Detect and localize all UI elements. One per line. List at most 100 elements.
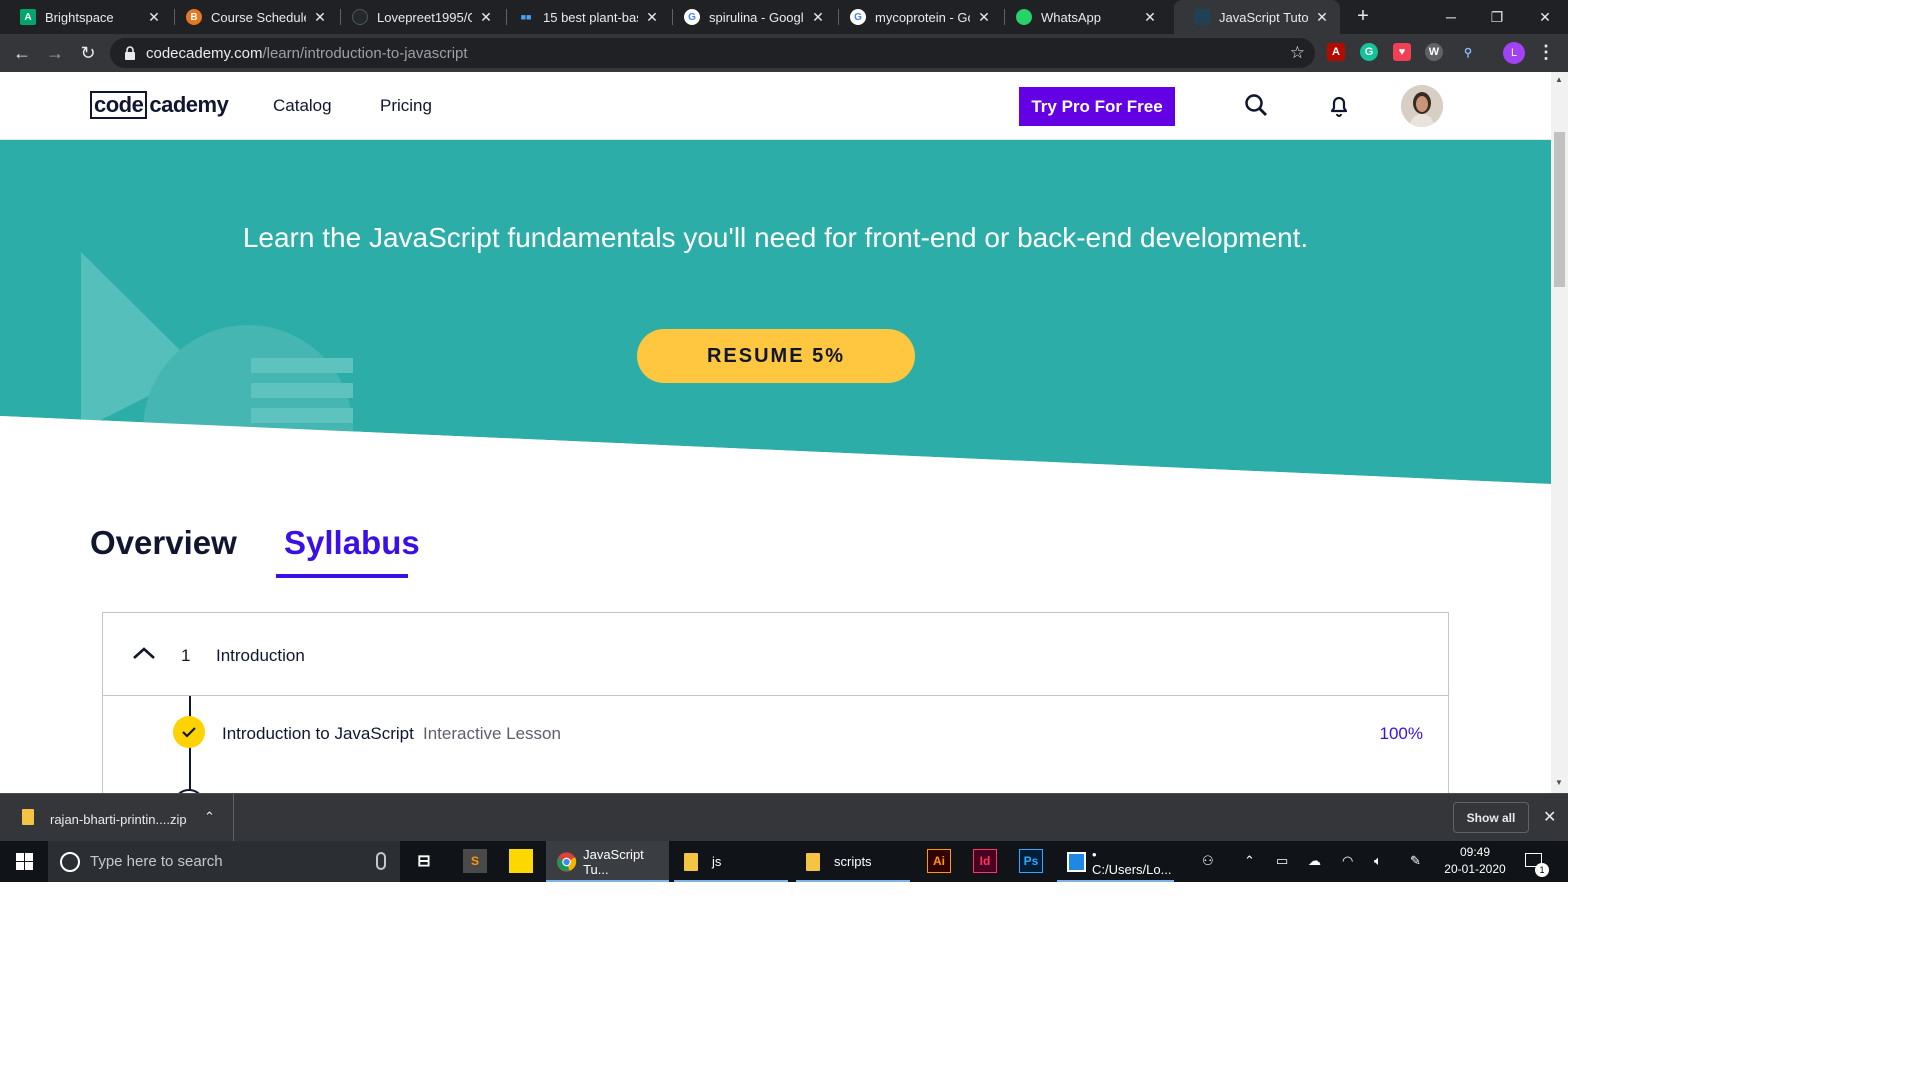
tab-syllabus[interactable]: Syllabus (284, 524, 420, 562)
back-button[interactable]: ← (10, 41, 34, 65)
tab-title: WhatsApp (1041, 9, 1101, 25)
grammarly-extension-icon[interactable]: G (1360, 43, 1378, 61)
close-icon[interactable]: ✕ (146, 9, 162, 26)
browser-toolbar: ← → ↻ codecademy.com/learn/introduction-… (0, 34, 1568, 72)
browser-tab-spirulina[interactable]: G spirulina - Google ✕ (664, 0, 836, 34)
course-schedule-icon: B (186, 9, 202, 25)
task-view-icon[interactable]: ⊟ (412, 849, 436, 873)
resume-button[interactable]: RESUME 5% (637, 329, 915, 383)
pen-icon[interactable]: ✎ (1410, 853, 1421, 869)
close-icon[interactable]: ✕ (1314, 9, 1330, 26)
folder-icon (684, 852, 698, 871)
reload-button[interactable]: ↻ (76, 41, 100, 65)
browser-tab-course-schedule[interactable]: B Course Schedule - ✕ (166, 0, 338, 34)
chevron-up-icon[interactable]: ⌃ (204, 809, 215, 825)
brightspace-icon: A (20, 9, 36, 25)
sticky-notes-icon[interactable] (509, 849, 533, 873)
hero-banner: Learn the JavaScript fundamentals you'll… (0, 140, 1551, 540)
module-header[interactable]: 1 Introduction (103, 613, 1448, 696)
taskbar-app-terminal[interactable]: • C:/Users/Lo... (1057, 841, 1174, 882)
browser-tab-javascript-tutorial[interactable]: JavaScript Tutorial ✕ (1174, 0, 1340, 34)
scrollbar-thumb[interactable] (1554, 132, 1565, 287)
acrobat-extension-icon[interactable]: A (1327, 43, 1345, 61)
codecademy-logo[interactable]: code cademy (90, 90, 229, 120)
profile-avatar[interactable]: L (1503, 42, 1525, 64)
bell-icon[interactable] (1326, 92, 1352, 118)
browser-tab-mycoprotein[interactable]: G mycoprotein - Goo ✕ (830, 0, 1002, 34)
microphone-icon[interactable] (376, 852, 386, 870)
chrome-icon (556, 851, 577, 872)
sublime-text-icon[interactable]: S (463, 849, 487, 873)
module-number: 1 (181, 646, 191, 665)
page-scrollbar[interactable]: ▲ ▼ (1551, 72, 1568, 793)
lesson-link[interactable]: Introduction to JavaScript (222, 724, 414, 744)
download-item[interactable]: rajan-bharti-printin....zip ⌃ (0, 794, 234, 842)
clock-date: 20-01-2020 (1444, 862, 1506, 876)
taskbar-app-folder-scripts[interactable]: scripts (796, 841, 910, 882)
search-icon[interactable] (1243, 92, 1269, 118)
onedrive-icon[interactable]: ☁ (1308, 853, 1321, 869)
module-title: Introduction (216, 646, 305, 665)
restore-button[interactable]: ❐ (1474, 0, 1520, 34)
search-extension-icon[interactable]: ⚲ (1459, 43, 1477, 61)
indesign-icon[interactable]: Id (973, 849, 997, 873)
zip-file-icon (22, 809, 34, 825)
logo-box-text: code (90, 91, 148, 119)
page-viewport: code cademy Catalog Pricing Try Pro For F… (0, 72, 1551, 793)
browser-tab-plant-based[interactable]: ■■ 15 best plant-base ✕ (498, 0, 670, 34)
browser-tab-github[interactable]: Lovepreet1995/Gi ✕ (332, 0, 504, 34)
lesson-progress: 100% (1379, 724, 1423, 743)
tab-title: Course Schedule - (211, 9, 306, 25)
active-tab-indicator (276, 574, 408, 578)
nav-catalog-link[interactable]: Catalog (273, 96, 332, 116)
browser-tab-brightspace[interactable]: A Brightspace ✕ (0, 0, 172, 34)
windows-start-icon[interactable] (16, 853, 33, 870)
address-bar[interactable]: codecademy.com/learn/introduction-to-jav… (110, 38, 1315, 68)
pocket-extension-icon[interactable]: ♥ (1393, 43, 1411, 61)
close-window-button[interactable]: ✕ (1522, 0, 1568, 34)
tab-overview[interactable]: Overview (90, 524, 237, 562)
forward-button[interactable]: → (43, 41, 67, 65)
close-icon[interactable]: ✕ (1543, 807, 1556, 827)
lesson-type: Interactive Lesson (423, 724, 561, 743)
scroll-up-arrow-icon[interactable]: ▲ (1555, 75, 1563, 84)
lock-icon (125, 46, 135, 60)
people-icon[interactable]: ⚇ (1202, 853, 1214, 869)
checkmark-icon (173, 716, 205, 748)
illustrator-icon[interactable]: Ai (927, 849, 951, 873)
close-icon[interactable]: ✕ (810, 9, 826, 26)
user-avatar[interactable] (1401, 85, 1443, 127)
show-all-button[interactable]: Show all (1453, 802, 1529, 833)
chevron-up-icon[interactable] (132, 646, 156, 660)
system-clock[interactable]: 09:49 20-01-2020 (1440, 844, 1510, 878)
nav-pricing-link[interactable]: Pricing (380, 96, 432, 116)
taskbar-app-chrome[interactable]: JavaScript Tu... (546, 841, 669, 882)
close-icon[interactable]: ✕ (1142, 9, 1158, 26)
volume-muted-icon[interactable]: 🔈︎ (1374, 853, 1382, 869)
tab-title: Lovepreet1995/Gi (377, 9, 472, 25)
browser-tab-whatsapp[interactable]: WhatsApp ✕ (996, 0, 1168, 34)
bookmark-star-icon[interactable]: ☆ (1290, 43, 1305, 63)
try-pro-button[interactable]: Try Pro For Free (1019, 87, 1175, 126)
close-icon[interactable]: ✕ (478, 9, 494, 26)
codecademy-icon (1194, 9, 1210, 25)
minimize-button[interactable]: ─ (1428, 0, 1474, 34)
close-icon[interactable]: ✕ (976, 9, 992, 26)
cortana-icon (60, 851, 80, 872)
syllabus-panel: 1 Introduction Introduction to JavaScrip… (102, 612, 1449, 793)
close-icon[interactable]: ✕ (312, 9, 328, 26)
battery-icon[interactable]: ▭ (1276, 853, 1288, 869)
close-icon[interactable]: ✕ (644, 9, 660, 26)
windows-taskbar: Type here to search ⊟ S JavaScript Tu...… (0, 841, 1568, 882)
browser-menu-icon[interactable]: ⋮ (1537, 42, 1555, 63)
scroll-down-arrow-icon[interactable]: ▼ (1555, 778, 1563, 787)
wappalyzer-extension-icon[interactable]: W (1425, 43, 1443, 61)
taskbar-search[interactable]: Type here to search (48, 841, 400, 882)
new-tab-button[interactable]: + (1352, 5, 1374, 27)
taskbar-app-folder-js[interactable]: js (674, 841, 788, 882)
hero-subtitle: Learn the JavaScript fundamentals you'll… (242, 222, 1309, 253)
photoshop-icon[interactable]: Ps (1019, 849, 1043, 873)
chevron-up-icon[interactable]: ⌃ (1244, 853, 1255, 869)
wifi-icon[interactable]: ◠ (1342, 853, 1353, 869)
taskbar-app-label: JavaScript Tu... (583, 846, 644, 877)
